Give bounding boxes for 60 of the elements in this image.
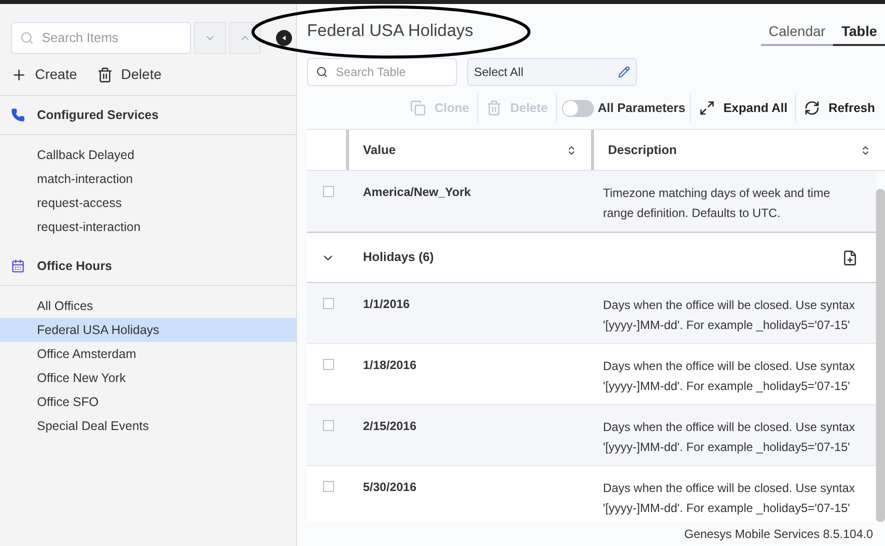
description-cell-text: Days when the office will be closed. Use syntax '[yyyy-]MM-dd'. For example _holiday5='07-15' xyxy=(602,480,856,517)
plus-icon xyxy=(11,66,27,82)
description-cell-text: Days when the office will be closed. Use syntax '[yyyy-]MM-dd'. For example _holiday5='07-15' xyxy=(602,297,856,334)
search-field[interactable]: Search Items xyxy=(11,22,191,54)
delete-button[interactable]: Delete xyxy=(97,64,162,85)
sidebar-item[interactable]: request-interaction xyxy=(0,215,296,239)
sidebar-item[interactable]: Office SFO xyxy=(0,390,296,414)
row-checkbox[interactable] xyxy=(322,359,334,370)
sidebar-item[interactable]: match-interaction xyxy=(0,167,296,191)
sidebar-item[interactable]: Special Deal Events xyxy=(0,414,296,438)
trash-icon xyxy=(486,100,502,116)
page-title: Federal USA Holidays xyxy=(307,20,474,42)
sidebar-item[interactable]: Office Amsterdam xyxy=(0,342,296,366)
previous-button[interactable] xyxy=(229,22,261,54)
section-header: Configured Services xyxy=(37,106,159,124)
refresh-icon xyxy=(804,100,820,116)
view-tab[interactable]: Calendar xyxy=(760,18,834,46)
value-cell-text: 5/30/2016 xyxy=(362,479,418,496)
section-header: Office Hours xyxy=(37,258,112,275)
version-label: Genesys Mobile Services 8.5.104.0 xyxy=(684,526,873,543)
row-checkbox[interactable] xyxy=(322,420,334,431)
sidebar-item[interactable]: Federal USA Holidays xyxy=(0,318,296,342)
phone-icon xyxy=(11,108,25,122)
search-icon xyxy=(316,65,328,79)
group-label: Holidays (6) xyxy=(362,249,434,266)
add-file-icon[interactable] xyxy=(842,250,858,266)
triangle-left-icon xyxy=(280,34,288,42)
copy-icon xyxy=(410,100,426,116)
row-checkbox[interactable] xyxy=(322,298,334,309)
sidebar-item[interactable]: All Offices xyxy=(0,294,296,318)
value-cell-text: 1/1/2016 xyxy=(362,296,411,313)
calendar-icon xyxy=(11,259,25,273)
collapse-button[interactable] xyxy=(276,30,292,46)
table-search-input[interactable]: Search Table xyxy=(336,63,448,81)
parameters-toggle[interactable]: All Parameters xyxy=(556,94,690,122)
sort-icon xyxy=(860,144,871,156)
description-cell-text: Days when the office will be closed. Use syntax '[yyyy-]MM-dd'. For example _holiday5='07-15' xyxy=(602,358,856,395)
search-icon xyxy=(20,30,34,46)
search-input[interactable]: Search Items xyxy=(42,28,182,48)
value-cell-text: 2/15/2016 xyxy=(362,418,418,435)
description-cell-text: Days when the office will be closed. Use syntax '[yyyy-]MM-dd'. For example _holiday5='07-15' xyxy=(602,419,856,456)
refresh-button[interactable]: Refresh xyxy=(795,94,883,122)
sidebar-item[interactable]: request-access xyxy=(0,191,296,215)
trash-icon xyxy=(97,66,114,82)
description-cell-text: Timezone matching days of week and time range definition. Defaults to UTC. xyxy=(602,185,831,222)
table-search-field[interactable]: Search Table xyxy=(307,58,457,86)
sidebar-item[interactable]: Callback Delayed xyxy=(0,143,296,167)
value-cell-text: 1/18/2016 xyxy=(362,357,418,374)
value-cell-text: America/New_York xyxy=(362,184,472,201)
row-checkbox[interactable] xyxy=(322,481,334,492)
sidebar-item[interactable]: Office New York xyxy=(0,366,296,390)
row-checkbox[interactable] xyxy=(322,186,334,197)
select-dropdown[interactable]: Select All xyxy=(467,58,637,86)
create-button[interactable]: Create xyxy=(11,64,78,85)
pencil-icon xyxy=(618,66,630,78)
expand-arrows-icon xyxy=(699,100,716,116)
expand-all-button[interactable]: Expand All xyxy=(690,94,796,122)
view-tab[interactable]: Table xyxy=(833,18,885,46)
column-header[interactable]: Description xyxy=(594,130,885,170)
sort-icon xyxy=(566,144,577,156)
